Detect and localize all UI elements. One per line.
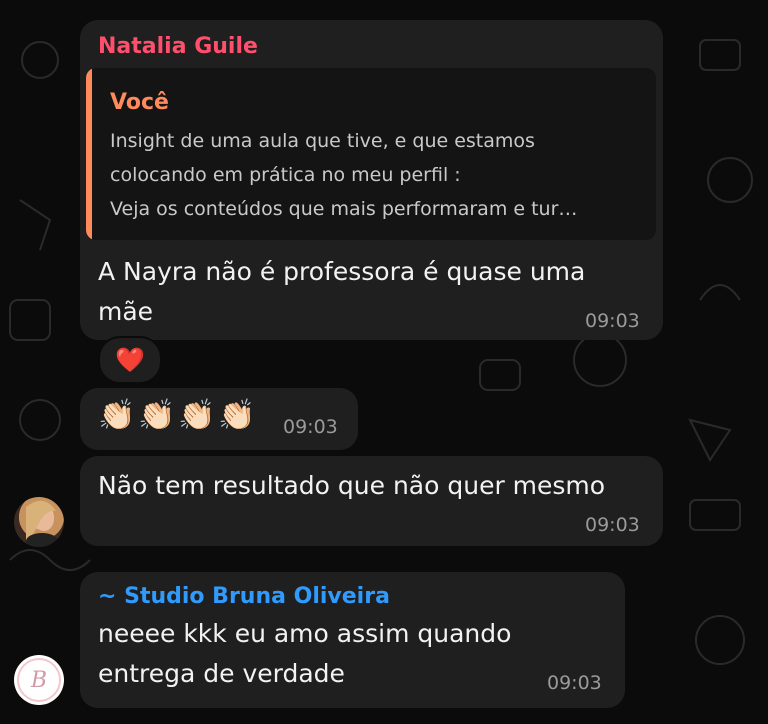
message-line: mãe	[98, 297, 154, 326]
message-bubble-natalia-2[interactable]: Não tem resultado que não quer mesmo 09:…	[80, 456, 663, 546]
profile-photo-icon	[26, 500, 58, 547]
heart-icon: ❤️	[115, 346, 145, 374]
message-time: 09:03	[585, 310, 640, 332]
sender-name[interactable]: ~ Studio Bruna Oliveira	[98, 584, 390, 609]
message-text: neeee kkk eu amo assim quando entrega de…	[98, 614, 511, 694]
message-bubble-natalia[interactable]: Natalia Guile Você Insight de uma aula q…	[80, 20, 663, 340]
quote-line: Veja os conteúdos que mais performaram e…	[110, 198, 578, 220]
message-text: A Nayra não é professora é quase uma mãe	[98, 252, 585, 332]
sender-name[interactable]: Natalia Guile	[98, 34, 258, 59]
message-time: 09:03	[547, 672, 602, 694]
message-bubble-studio[interactable]: ~ Studio Bruna Oliveira neeee kkk eu amo…	[80, 572, 625, 708]
message-time: 09:03	[283, 416, 338, 438]
clapping-hands-emoji: 👏🏻	[98, 398, 136, 433]
avatar-ring: B	[17, 658, 61, 702]
message-line: A Nayra não é professora é quase uma	[98, 257, 586, 286]
quote-line: colocando em prática no meu perfil :	[110, 164, 461, 186]
logo-letter: B	[30, 667, 48, 693]
quote-author: Você	[110, 90, 169, 115]
avatar-studio-bruna[interactable]: B	[14, 655, 64, 705]
avatar-natalia[interactable]	[14, 497, 64, 547]
quote-line: Insight de uma aula que tive, e que esta…	[110, 130, 535, 152]
message-text: Não tem resultado que não quer mesmo	[98, 471, 606, 500]
message-time: 09:03	[585, 514, 640, 536]
message-line: entrega de verdade	[98, 659, 345, 688]
clapping-hands-emoji: 👏🏻	[218, 398, 256, 433]
reaction-badge[interactable]: ❤️	[98, 336, 162, 384]
clapping-hands-emoji: 👏🏻	[138, 398, 176, 433]
clapping-hands-emoji: 👏🏻	[178, 398, 216, 433]
message-line: neeee kkk eu amo assim quando	[98, 619, 512, 648]
quote-accent-bar	[86, 68, 92, 240]
quoted-message[interactable]: Você Insight de uma aula que tive, e que…	[86, 68, 656, 240]
